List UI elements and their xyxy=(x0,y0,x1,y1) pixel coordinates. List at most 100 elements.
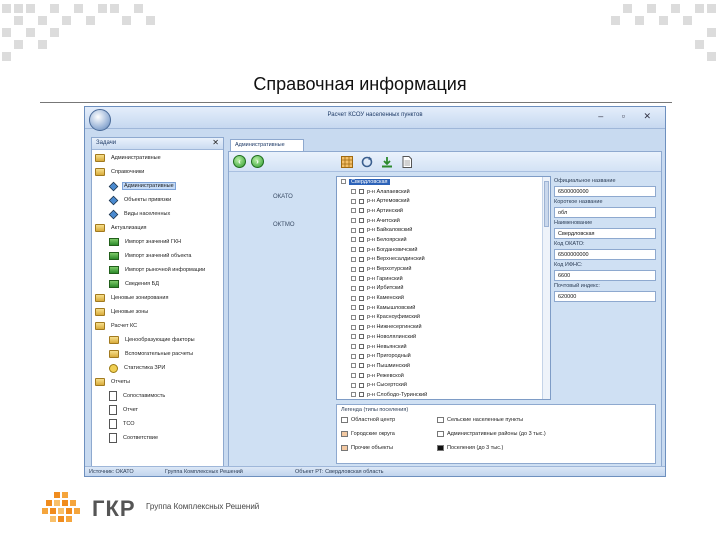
checkbox[interactable] xyxy=(359,198,364,204)
expand-icon[interactable] xyxy=(351,305,356,311)
expand-icon[interactable] xyxy=(351,266,356,272)
task-item[interactable]: Актуализация xyxy=(92,221,223,235)
list-item[interactable]: р-н Богдановичский xyxy=(337,245,550,255)
category-field[interactable]: Свердловская xyxy=(554,228,656,239)
list-item[interactable]: р-н Байкаловский xyxy=(337,225,550,235)
expand-icon[interactable] xyxy=(351,256,356,262)
task-item[interactable]: Объекты привязки xyxy=(92,193,223,207)
checkbox[interactable] xyxy=(359,247,364,253)
checkbox[interactable] xyxy=(359,363,364,369)
expand-icon[interactable] xyxy=(351,247,356,253)
collapse-icon[interactable] xyxy=(341,179,346,185)
checkbox[interactable] xyxy=(359,295,364,301)
checkbox[interactable] xyxy=(359,382,364,388)
expand-icon[interactable] xyxy=(351,314,356,320)
task-item[interactable]: Импорт значений ГКН xyxy=(92,235,223,249)
forward-icon[interactable]: › xyxy=(251,155,264,168)
expand-icon[interactable] xyxy=(351,237,356,243)
checkbox[interactable] xyxy=(359,237,364,243)
task-item[interactable]: Вспомогательные расчеты xyxy=(92,347,223,361)
list-item[interactable]: р-н Ирбитский xyxy=(337,284,550,294)
task-item[interactable]: Расчет КС xyxy=(92,319,223,333)
list-item[interactable]: р-н Верхнесалдинский xyxy=(337,255,550,265)
list-item[interactable]: р-н Режевской xyxy=(337,371,550,381)
expand-icon[interactable] xyxy=(351,363,356,369)
expand-icon[interactable] xyxy=(351,198,356,204)
task-item[interactable]: Административные xyxy=(92,179,223,193)
task-item[interactable]: Отчет xyxy=(92,403,223,417)
okato-code-field[interactable]: 6500000000 xyxy=(554,249,656,260)
task-item[interactable]: Импорт рыночной информации xyxy=(92,263,223,277)
official-name-field[interactable]: 6500000000 xyxy=(554,186,656,197)
back-icon[interactable]: ‹ xyxy=(233,155,246,168)
expand-icon[interactable] xyxy=(351,227,356,233)
list-item[interactable]: р-н Артемовский xyxy=(337,196,550,206)
checkbox[interactable] xyxy=(359,334,364,340)
list-item[interactable]: р-н Слободо-Туринский xyxy=(337,390,550,399)
expand-icon[interactable] xyxy=(351,295,356,301)
scrollbar-thumb[interactable] xyxy=(544,181,549,227)
list-item[interactable]: р-н Сысертский xyxy=(337,380,550,390)
task-item[interactable]: Ценообразующие факторы xyxy=(92,333,223,347)
list-item[interactable]: р-н Невьянский xyxy=(337,342,550,352)
expand-icon[interactable] xyxy=(351,373,356,379)
list-item[interactable]: р-н Новолялинский xyxy=(337,332,550,342)
expand-icon[interactable] xyxy=(351,353,356,359)
checkbox[interactable] xyxy=(359,285,364,291)
tab-administrative[interactable]: Административные xyxy=(230,139,304,151)
expand-icon[interactable] xyxy=(351,189,356,195)
task-item[interactable]: Импорт значений объекта xyxy=(92,249,223,263)
territory-list[interactable]: Свердловская р-н Алапаевский р-н Артемовс… xyxy=(336,176,551,400)
short-name-field[interactable]: обл xyxy=(554,207,656,218)
task-item[interactable]: Сопоставимость xyxy=(92,389,223,403)
expand-icon[interactable] xyxy=(351,218,356,224)
checkbox[interactable] xyxy=(359,256,364,262)
postal-index-field[interactable]: 620000 xyxy=(554,291,656,302)
tasks-close-icon[interactable]: ✕ xyxy=(212,138,219,147)
window-controls[interactable]: – ▫ ✕ xyxy=(598,111,659,122)
checkbox[interactable] xyxy=(359,227,364,233)
expand-icon[interactable] xyxy=(351,334,356,340)
task-item[interactable]: Справочники xyxy=(92,165,223,179)
expand-icon[interactable] xyxy=(351,276,356,282)
checkbox[interactable] xyxy=(359,208,364,214)
checkbox[interactable] xyxy=(359,324,364,330)
expand-icon[interactable] xyxy=(351,208,356,214)
expand-icon[interactable] xyxy=(351,392,356,398)
grid-icon[interactable] xyxy=(341,156,353,168)
list-item[interactable]: р-н Нижнесергинский xyxy=(337,322,550,332)
list-item[interactable]: р-н Каменский xyxy=(337,293,550,303)
checkbox[interactable] xyxy=(359,276,364,282)
list-item[interactable]: р-н Гаринский xyxy=(337,274,550,284)
list-item[interactable]: р-н Камышловский xyxy=(337,303,550,313)
refresh-icon[interactable] xyxy=(361,156,373,168)
task-item[interactable]: Виды населенных xyxy=(92,207,223,221)
task-item[interactable]: ТСО xyxy=(92,417,223,431)
checkbox[interactable] xyxy=(359,353,364,359)
ifns-code-field[interactable]: 6600 xyxy=(554,270,656,281)
list-scrollbar[interactable] xyxy=(542,177,550,399)
list-item[interactable]: р-н Пригородный xyxy=(337,351,550,361)
task-item[interactable]: Статистика ЗРИ xyxy=(92,361,223,375)
task-item[interactable]: Административные xyxy=(92,151,223,165)
checkbox[interactable] xyxy=(359,189,364,195)
list-item[interactable]: р-н Артинский xyxy=(337,206,550,216)
list-item[interactable]: р-н Пышминский xyxy=(337,361,550,371)
download-icon[interactable] xyxy=(381,156,393,168)
expand-icon[interactable] xyxy=(351,382,356,388)
task-item[interactable]: Ценовые зонирования xyxy=(92,291,223,305)
checkbox[interactable] xyxy=(359,218,364,224)
list-item[interactable]: р-н Ачитский xyxy=(337,216,550,226)
task-item[interactable]: Отчеты xyxy=(92,375,223,389)
checkbox[interactable] xyxy=(359,266,364,272)
checkbox[interactable] xyxy=(359,344,364,350)
checkbox[interactable] xyxy=(359,305,364,311)
list-item[interactable]: р-н Верхотурский xyxy=(337,264,550,274)
task-item[interactable]: Сведения БД xyxy=(92,277,223,291)
list-root-row[interactable]: Свердловская xyxy=(337,177,550,187)
checkbox[interactable] xyxy=(359,392,364,398)
task-item[interactable]: Ценовые зоны xyxy=(92,305,223,319)
task-item[interactable]: Соответствие xyxy=(92,431,223,445)
list-item[interactable]: р-н Белоярский xyxy=(337,235,550,245)
expand-icon[interactable] xyxy=(351,344,356,350)
